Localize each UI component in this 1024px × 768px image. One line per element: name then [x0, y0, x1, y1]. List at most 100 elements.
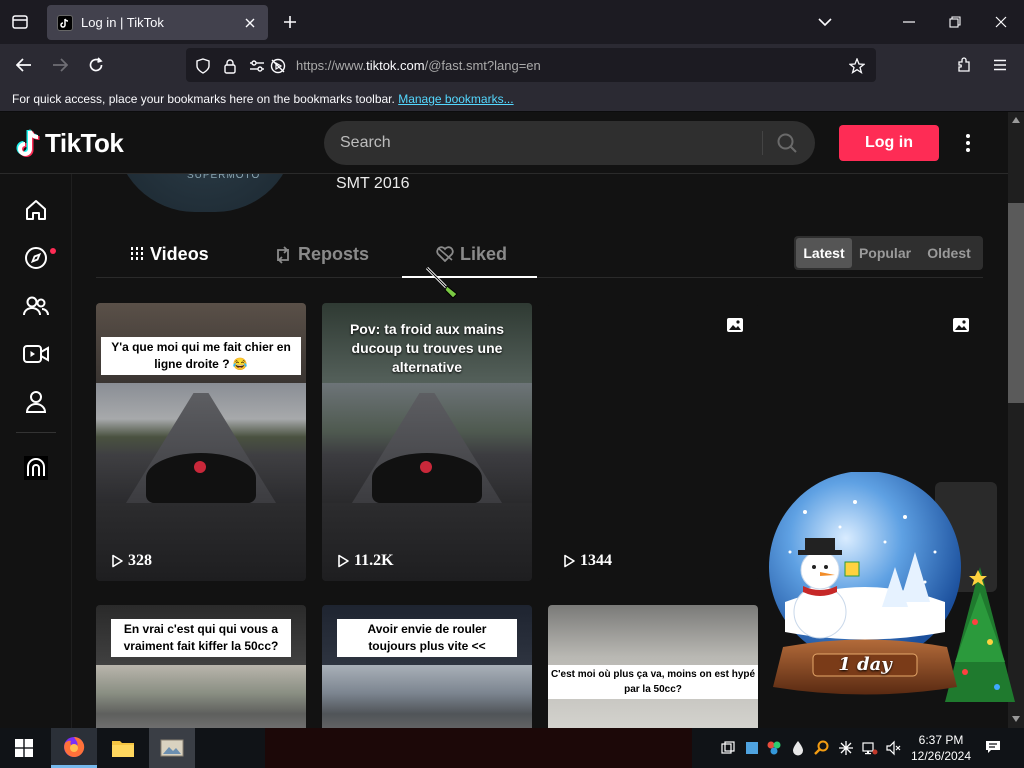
firefox-taskbar-icon[interactable] [51, 728, 97, 768]
tray-drop-icon[interactable] [790, 740, 806, 756]
scroll-up-icon[interactable] [1010, 114, 1022, 126]
home-icon[interactable] [22, 196, 50, 224]
live-video-icon[interactable] [22, 340, 50, 368]
shield-icon[interactable] [194, 57, 212, 75]
clock-time: 6:37 PM [918, 733, 964, 747]
taskbar-clock[interactable]: 6:37 PM 12/26/2024 [908, 732, 974, 764]
url-prefix: https://www. [296, 58, 367, 73]
close-window-icon[interactable] [987, 8, 1015, 36]
tray-app-multicolor-icon[interactable] [766, 740, 782, 756]
photo-post-icon [952, 317, 970, 333]
video-caption: En vrai c'est qui qui vous a vraiment fa… [111, 619, 291, 657]
manage-bookmarks-link[interactable]: Manage bookmarks... [398, 92, 513, 106]
windows-start-icon[interactable] [4, 728, 44, 768]
forward-icon[interactable] [47, 52, 73, 78]
video-views-count: 1344 [580, 552, 612, 569]
list-all-tabs-icon[interactable] [813, 10, 837, 34]
address-bar[interactable]: https://www.tiktok.com/@fast.smt?lang=en [186, 48, 876, 82]
sidebar [0, 174, 72, 728]
search-placeholder: Search [340, 134, 391, 151]
tiktok-logo[interactable]: TikTok [15, 128, 124, 159]
video-card[interactable]: 1344 [548, 303, 758, 581]
video-card[interactable]: Y'a que moi qui me fait chier en ligne d… [96, 303, 306, 581]
photo-app-taskbar-icon[interactable] [149, 728, 195, 768]
close-tab-icon[interactable] [240, 13, 260, 33]
video-caption: Pov: ta froid aux mains ducoup tu trouve… [349, 321, 505, 375]
notifications-icon[interactable] [984, 738, 1002, 756]
snow-globe-widget[interactable]: 1 day [765, 472, 1020, 730]
tab-title: Log in | TikTok [81, 15, 164, 30]
tab-hover-underline [402, 276, 537, 278]
tab-reposts-label: Reposts [298, 244, 370, 264]
play-icon [338, 554, 349, 568]
cursor-link-select-icon [425, 266, 458, 299]
video-thumb-bike [146, 453, 256, 503]
url-text[interactable]: https://www.tiktok.com/@fast.smt?lang=en [296, 58, 541, 73]
more-options-icon[interactable] [958, 131, 978, 155]
menu-hamburger-icon[interactable] [987, 52, 1013, 78]
volume-muted-icon[interactable] [886, 740, 902, 756]
permissions-icon[interactable] [248, 57, 266, 75]
tab-liked-label: Liked [460, 244, 508, 264]
search-icon[interactable] [776, 132, 798, 154]
tray-app-blue-icon[interactable] [744, 740, 760, 756]
login-button[interactable]: Log in [839, 125, 939, 161]
video-card[interactable]: Pov: ta froid aux mains ducoup tu trouve… [322, 303, 532, 581]
grid-icon [130, 246, 144, 262]
restore-icon[interactable] [941, 8, 969, 36]
tiktok-studio-icon[interactable] [22, 454, 50, 482]
video-thumb-road [322, 665, 532, 728]
sort-latest-button[interactable]: Latest [796, 238, 852, 268]
profile-bio: SMT 2016 [336, 175, 410, 192]
browser-tab-active[interactable]: Log in | TikTok [47, 5, 268, 40]
network-icon[interactable] [862, 740, 878, 756]
video-views-count: 328 [128, 552, 152, 569]
browser-tab-bar: Log in | TikTok [0, 0, 1024, 44]
video-card[interactable]: En vrai c'est qui qui vous a vraiment fa… [96, 605, 306, 728]
minimize-icon[interactable] [895, 8, 923, 36]
search-divider [762, 131, 763, 155]
play-icon [564, 554, 575, 568]
site-header: TikTok Search Log in [0, 112, 1008, 174]
task-view-icon[interactable] [720, 740, 736, 756]
video-card[interactable]: Avoir envie de rouler toujours plus vite… [322, 605, 532, 728]
profile-tabs: Videos Reposts Liked Latest Popular Olde… [96, 234, 983, 278]
file-explorer-taskbar-icon[interactable] [100, 728, 146, 768]
liked-heart-hidden-icon [436, 246, 454, 262]
sort-oldest-button[interactable]: Oldest [918, 238, 980, 268]
lock-icon[interactable] [221, 57, 239, 75]
repost-icon [274, 246, 292, 264]
sort-segmented-control: Latest Popular Oldest [794, 236, 983, 270]
globe-countdown-label: 1 day [838, 654, 892, 675]
tab-videos-label: Videos [150, 244, 209, 264]
tray-search-icon[interactable] [814, 740, 830, 756]
video-views-count: 11.2K [354, 552, 394, 569]
video-views: 328 [110, 552, 152, 570]
logo-wordmark: TikTok [45, 128, 124, 158]
profile-icon[interactable] [22, 388, 50, 416]
tab-reposts[interactable]: Reposts [274, 244, 369, 278]
reload-icon[interactable] [83, 52, 109, 78]
play-icon [112, 554, 123, 568]
url-host: tiktok.com [366, 58, 425, 73]
clock-date: 12/26/2024 [910, 749, 972, 763]
video-caption: C'est moi où plus ça va, moins on est hy… [548, 665, 758, 699]
firefox-view-icon[interactable] [8, 10, 32, 34]
extensions-icon[interactable] [951, 52, 977, 78]
explore-compass-icon[interactable] [22, 244, 50, 272]
sort-popular-button[interactable]: Popular [856, 238, 914, 268]
search-input[interactable]: Search [324, 121, 815, 165]
tab-videos[interactable]: Videos [130, 244, 209, 278]
bookmark-star-icon[interactable] [848, 57, 866, 75]
following-users-icon[interactable] [22, 292, 50, 320]
tiktok-favicon-icon [57, 14, 73, 31]
bookmarks-toolbar: For quick access, place your bookmarks h… [0, 86, 1024, 112]
scrollbar-thumb[interactable] [1008, 203, 1024, 403]
new-tab-icon[interactable] [278, 10, 302, 34]
video-card[interactable]: C'est moi où plus ça va, moins on est hy… [548, 605, 758, 728]
back-icon[interactable] [11, 52, 37, 78]
tray-snowflake-icon[interactable] [838, 740, 854, 756]
autoplay-blocked-icon[interactable] [269, 57, 287, 75]
url-path: /@fast.smt?lang=en [424, 58, 541, 73]
video-views: 1344 [562, 552, 612, 570]
